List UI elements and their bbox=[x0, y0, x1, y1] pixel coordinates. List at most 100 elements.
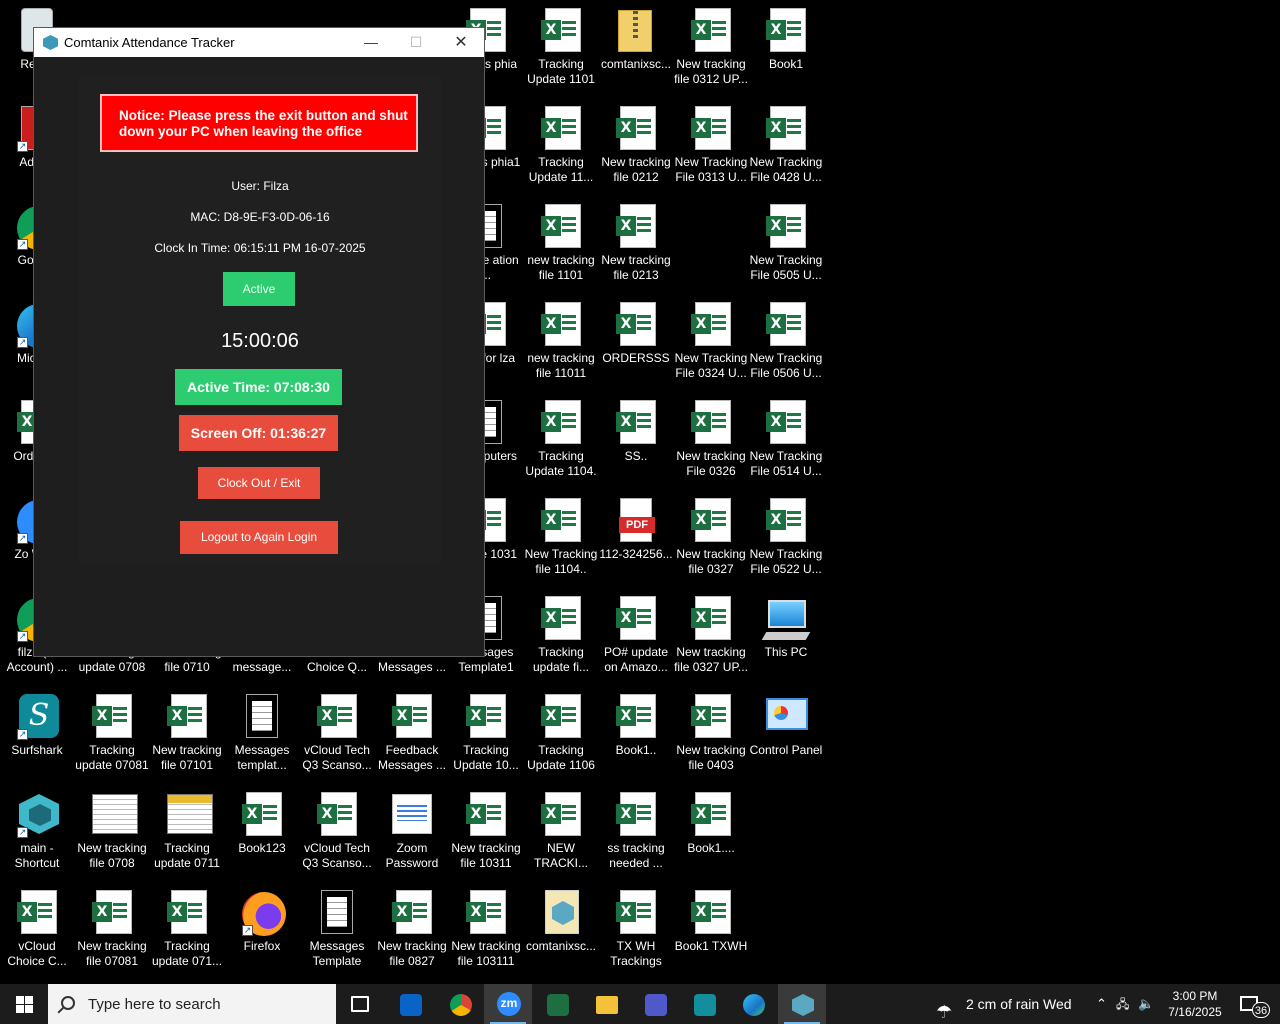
maximize-button[interactable]: ☐ bbox=[393, 28, 439, 57]
desktop-icon[interactable]: Zoom Password bbox=[375, 784, 449, 876]
desktop-icon[interactable]: XvCloud Tech Q3 Scanso... bbox=[300, 784, 374, 876]
desktop-icon[interactable]: This PC bbox=[749, 588, 823, 680]
desktop-icon[interactable]: XvCloud Choice C... bbox=[0, 882, 74, 974]
desktop-icon[interactable]: X New tracking file 07101 bbox=[150, 686, 224, 778]
excel-icon: X bbox=[691, 804, 711, 824]
clock-out-button[interactable]: Clock Out / Exit bbox=[198, 467, 320, 499]
desktop-icon-label: SS.. bbox=[624, 449, 648, 463]
volume-icon[interactable]: 🔈 bbox=[1138, 984, 1154, 1024]
desktop-icon[interactable]: X New tracking file 0312 UP... bbox=[674, 0, 748, 92]
taskbar-file-explorer[interactable] bbox=[582, 984, 630, 1024]
excel-icon: X bbox=[691, 706, 711, 726]
desktop-icon[interactable]: X Tracking update fi... bbox=[524, 588, 598, 680]
weather-widget[interactable]: ☂ 2 cm of rain Wed bbox=[930, 984, 1090, 1024]
taskbar-edge[interactable] bbox=[729, 984, 777, 1024]
excel-icon: X bbox=[616, 216, 636, 236]
excel-icon: X bbox=[541, 314, 561, 334]
desktop-icon[interactable]: X New tracking file 103111 bbox=[449, 882, 523, 974]
desktop-icon[interactable]: X Book1 TXWH bbox=[674, 882, 748, 974]
document-icon bbox=[321, 890, 353, 934]
excel-icon: X bbox=[766, 412, 786, 432]
desktop-icon[interactable]: X Tracking Update 10... bbox=[449, 686, 523, 778]
desktop-icon[interactable]: X New Tracking File 0428 U... bbox=[749, 98, 823, 190]
network-icon[interactable]: 🖧 bbox=[1116, 984, 1129, 1024]
desktop-icon-label: PO# update on Amazo... bbox=[603, 645, 669, 674]
desktop-icon[interactable]: Xss tracking needed ... bbox=[599, 784, 673, 876]
desktop-icon[interactable]: X New Tracking File 0522 U... bbox=[749, 490, 823, 582]
desktop-icon[interactable]: ↗ main - Shortcut bbox=[0, 784, 74, 876]
taskbar-excel[interactable] bbox=[533, 984, 581, 1024]
taskbar-zoom[interactable]: zm bbox=[484, 984, 532, 1024]
excel-icon: X bbox=[167, 902, 187, 922]
desktop-icon-label: New Tracking file 1104.. bbox=[524, 547, 598, 576]
desktop-icon[interactable]: X SS.. bbox=[599, 392, 673, 484]
desktop-icon[interactable]: ↗ Firefox bbox=[225, 882, 299, 974]
desktop-icon[interactable]: X New tracking file 0213 bbox=[599, 196, 673, 288]
desktop-icon[interactable]: X Tracking Update 1101 bbox=[524, 0, 598, 92]
desktop-icon[interactable]: X Tracking Update 1104. bbox=[524, 392, 598, 484]
taskbar-clock[interactable]: 3:00 PM 7/16/2025 bbox=[1160, 988, 1230, 1020]
start-button[interactable] bbox=[0, 984, 48, 1024]
taskbar-chrome[interactable] bbox=[436, 984, 484, 1024]
desktop-icon[interactable]: PDF 112-324256... bbox=[599, 490, 673, 582]
desktop-icon[interactable]: X Book1 bbox=[749, 0, 823, 92]
desktop-icon[interactable]: X New Tracking File 0324 U... bbox=[674, 294, 748, 386]
desktop-icon[interactable]: X New Tracking File 0505 U... bbox=[749, 196, 823, 288]
desktop-icon[interactable]: Xnew tracking file 11011 bbox=[524, 294, 598, 386]
desktop-icon[interactable]: X Tracking Update 1106 bbox=[524, 686, 598, 778]
desktop-icon[interactable]: X Feedback Messages ... bbox=[375, 686, 449, 778]
desktop-icon[interactable]: Messages Template bbox=[300, 882, 374, 974]
desktop-icon[interactable]: Tracking update 0711 bbox=[150, 784, 224, 876]
minimize-button[interactable]: — bbox=[348, 28, 394, 57]
desktop-icon[interactable]: X TX WH Trackings bbox=[599, 882, 673, 974]
desktop-icon[interactable]: X New tracking file 0827 bbox=[375, 882, 449, 974]
desktop-icon[interactable]: X New Tracking file 1104.. bbox=[524, 490, 598, 582]
notification-center-button[interactable]: 36 bbox=[1232, 984, 1280, 1024]
desktop-icon[interactable]: X New tracking file 07081 bbox=[75, 882, 149, 974]
desktop-icon[interactable]: X ORDERSSS bbox=[599, 294, 673, 386]
notice-banner: Notice: Please press the exit button and… bbox=[100, 94, 418, 152]
desktop-icon-label: Tracking update 07081 bbox=[75, 743, 149, 772]
desktop-icon[interactable]: X Tracking update 071... bbox=[150, 882, 224, 974]
app-icon bbox=[43, 35, 58, 50]
desktop-icon-label: New Tracking File 0428 U... bbox=[749, 155, 823, 184]
desktop-icon[interactable]: X Book1.... bbox=[674, 784, 748, 876]
window-titlebar[interactable]: Comtanix Attendance Tracker — ☐ ✕ bbox=[34, 28, 484, 57]
taskbar-search-box[interactable]: Type here to search bbox=[48, 984, 336, 1024]
taskbar-teams[interactable] bbox=[631, 984, 679, 1024]
excel-icon: X bbox=[92, 902, 112, 922]
desktop-icon[interactable]: Messages templat... bbox=[225, 686, 299, 778]
task-view-button[interactable] bbox=[336, 984, 384, 1024]
desktop-icon[interactable]: X New tracking file 0403 bbox=[674, 686, 748, 778]
desktop-icon[interactable]: New tracking file 0708 bbox=[75, 784, 149, 876]
desktop-icon[interactable]: X New tracking file 10311 bbox=[449, 784, 523, 876]
desktop-icon[interactable]: X New tracking file 0327 bbox=[674, 490, 748, 582]
taskbar-surfshark[interactable] bbox=[680, 984, 728, 1024]
desktop-icon[interactable]: X New tracking file 0327 UP... bbox=[674, 588, 748, 680]
desktop-icon[interactable]: X Book1.. bbox=[599, 686, 673, 778]
desktop-icon[interactable]: comtanixsc... bbox=[599, 0, 673, 92]
desktop-icon[interactable]: S ↗ Surfshark bbox=[0, 686, 74, 778]
desktop-icon[interactable]: X PO# update on Amazo... bbox=[599, 588, 673, 680]
excel-icon: X bbox=[541, 118, 561, 138]
desktop-icon[interactable]: X Tracking Update 11... bbox=[524, 98, 598, 190]
desktop-icon[interactable]: Xnew tracking file 1101 bbox=[524, 196, 598, 288]
desktop-icon[interactable]: X Tracking update 07081 bbox=[75, 686, 149, 778]
taskbar-comtanix-tracker[interactable] bbox=[778, 984, 826, 1024]
desktop-icon[interactable]: X New Tracking File 0514 U... bbox=[749, 392, 823, 484]
desktop-icon[interactable]: XvCloud Tech Q3 Scanso... bbox=[300, 686, 374, 778]
desktop-icon[interactable]: X New tracking File 0326 bbox=[674, 392, 748, 484]
taskbar-outlook[interactable] bbox=[386, 984, 434, 1024]
logout-button[interactable]: Logout to Again Login bbox=[180, 521, 338, 554]
desktop-icon[interactable]: X Book123 bbox=[225, 784, 299, 876]
excel-icon: X bbox=[466, 902, 486, 922]
excel-icon: X bbox=[616, 314, 636, 334]
chevron-up-icon[interactable]: ⌃ bbox=[1096, 984, 1107, 1024]
desktop-icon[interactable]: X New Tracking File 0313 U... bbox=[674, 98, 748, 190]
desktop-icon[interactable]: comtanixsc... bbox=[524, 882, 598, 974]
desktop-icon[interactable]: X NEW TRACKI... bbox=[524, 784, 598, 876]
desktop-icon[interactable]: X New tracking file 0212 bbox=[599, 98, 673, 190]
desktop-icon[interactable]: Control Panel bbox=[749, 686, 823, 778]
desktop-icon[interactable]: X New Tracking File 0506 U... bbox=[749, 294, 823, 386]
close-button[interactable]: ✕ bbox=[438, 28, 484, 57]
